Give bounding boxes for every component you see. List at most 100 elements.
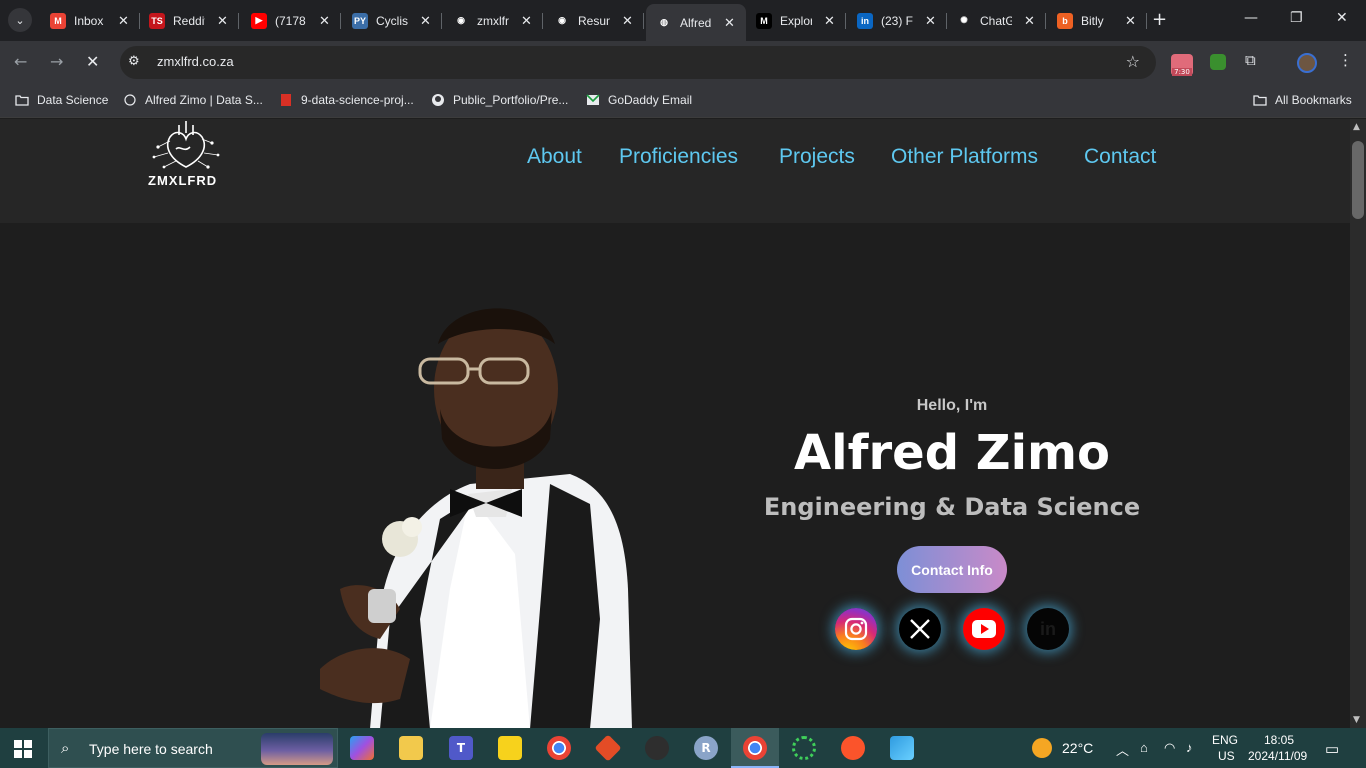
tab-10[interactable]: b Bitly ✕	[1047, 6, 1147, 35]
photos-icon[interactable]	[890, 736, 914, 760]
taskbar-search[interactable]: ⌕ Type here to search	[48, 728, 338, 768]
folder-icon	[1252, 93, 1268, 107]
nav-contact[interactable]: Contact	[1084, 145, 1156, 169]
meet-now-icon[interactable]: ⌂	[1140, 740, 1148, 755]
loading-app-icon[interactable]	[792, 736, 816, 760]
address-bar[interactable]: ⚙ zmxlfrd.co.za ☆	[120, 46, 1156, 79]
site-info-icon[interactable]: ⚙	[128, 54, 140, 69]
nav-about[interactable]: About	[527, 145, 582, 169]
tab-close-icon[interactable]: ✕	[925, 13, 936, 29]
youtube-icon[interactable]	[963, 608, 1005, 650]
ts-icon: TS	[149, 12, 165, 29]
minimize-icon[interactable]: —	[1244, 10, 1258, 26]
show-hidden-icons[interactable]: ︿	[1116, 740, 1129, 759]
close-window-icon[interactable]: ✕	[1336, 10, 1348, 26]
tab-label: Cyclist	[376, 13, 408, 28]
tab-2[interactable]: ▶ (7178 ✕	[241, 6, 341, 35]
contact-info-button[interactable]: Contact Info	[897, 546, 1007, 593]
windows-start-icon[interactable]	[14, 740, 32, 758]
scroll-up-icon[interactable]: ▲	[1353, 122, 1360, 132]
weather-icon[interactable]	[1032, 738, 1052, 758]
extensions-puzzle-icon[interactable]: ⧉	[1245, 51, 1256, 69]
language-top[interactable]: ENG	[1212, 733, 1238, 747]
tab-close-icon[interactable]: ✕	[622, 13, 633, 29]
new-tab-button[interactable]: +	[1152, 9, 1167, 30]
instagram-icon[interactable]	[835, 608, 877, 650]
language-bottom[interactable]: US	[1218, 749, 1235, 763]
linkedin-icon[interactable]: in	[1027, 608, 1069, 650]
nav-projects[interactable]: Projects	[779, 145, 855, 169]
clock-date[interactable]: 2024/11/09	[1248, 749, 1307, 763]
all-bookmarks-label: All Bookmarks	[1275, 93, 1352, 107]
notifications-icon[interactable]: ▭	[1325, 740, 1339, 758]
bookmark-item[interactable]: Data Science	[14, 93, 108, 107]
tab-0[interactable]: M Inbox ✕	[40, 6, 140, 35]
wifi-icon[interactable]: ◠	[1164, 740, 1175, 756]
green-extension-icon[interactable]	[1210, 54, 1226, 70]
tab-3[interactable]: PY Cyclist ✕	[342, 6, 442, 35]
tab-close-icon[interactable]: ✕	[420, 13, 431, 29]
volume-icon[interactable]: ♪	[1186, 740, 1193, 755]
r-icon[interactable]: R	[694, 736, 718, 760]
tab-strip: ⌄ M Inbox ✕ TS Reddit ✕ ▶ (7178 ✕ PY Cyclist ✕ ◉ zmxl…	[0, 0, 1366, 41]
youtube-icon: ▶	[251, 12, 267, 29]
url-text[interactable]: zmxlfrd.co.za	[157, 54, 234, 69]
tab-close-icon[interactable]: ✕	[118, 13, 129, 29]
tab-close-icon[interactable]: ✕	[319, 13, 330, 29]
tab-separator	[441, 13, 442, 29]
tab-close-icon[interactable]: ✕	[724, 15, 735, 31]
bookmark-item[interactable]: GoDaddy Email	[585, 93, 692, 107]
page-scrollbar[interactable]: ▲ ▼	[1350, 119, 1366, 728]
file-explorer-icon[interactable]	[399, 736, 423, 760]
github-icon: ◉	[453, 12, 469, 29]
bookmark-item[interactable]: Alfred Zimo | Data S...	[122, 93, 263, 107]
restore-icon[interactable]: ❐	[1290, 10, 1303, 26]
tab-close-icon[interactable]: ✕	[217, 13, 228, 29]
scroll-thumb[interactable]	[1352, 141, 1364, 219]
forward-icon[interactable]: →	[50, 52, 63, 71]
logo-text[interactable]: ZMXLFRD	[148, 173, 217, 188]
tab-9[interactable]: ✺ ChatGPT ✕	[946, 6, 1046, 35]
bookmark-item[interactable]: 9-data-science-proj...	[278, 93, 414, 107]
copilot-icon[interactable]	[350, 736, 374, 760]
site-icon	[122, 93, 138, 107]
app-avatar-icon[interactable]	[645, 736, 669, 760]
git-icon[interactable]	[594, 734, 622, 762]
chrome-icon[interactable]	[547, 736, 571, 760]
nav-proficiencies[interactable]: Proficiencies	[619, 145, 738, 169]
tab-close-icon[interactable]: ✕	[1125, 13, 1136, 29]
tab-4[interactable]: ◉ zmxlfrd ✕	[443, 6, 543, 35]
profile-avatar[interactable]	[1297, 53, 1317, 73]
x-icon[interactable]	[899, 608, 941, 650]
hero-name: Alfred Zimo	[793, 425, 1111, 481]
tab-search-button[interactable]: ⌄	[8, 8, 32, 32]
chrome-profile-icon[interactable]	[743, 736, 767, 760]
nav-other-platforms[interactable]: Other Platforms	[891, 145, 1038, 169]
stop-loading-icon[interactable]: ✕	[86, 52, 99, 71]
scroll-down-icon[interactable]: ▼	[1353, 715, 1360, 725]
tab-5[interactable]: ◉ Resume ✕	[544, 6, 644, 35]
tab-close-icon[interactable]: ✕	[1024, 13, 1035, 29]
extension-badge: 7:30	[1172, 68, 1192, 76]
bookmark-star-icon[interactable]: ☆	[1126, 52, 1140, 71]
brave-icon[interactable]	[841, 736, 865, 760]
all-bookmarks[interactable]: All Bookmarks	[1252, 93, 1352, 107]
tab-6[interactable]: ◍ Alfred ✕	[646, 4, 746, 41]
calendar-extension-icon[interactable]: 7:30	[1171, 54, 1193, 76]
bookmark-item[interactable]: Public_Portfolio/Pre...	[430, 93, 568, 107]
tab-1[interactable]: TS Reddit ✕	[139, 6, 239, 35]
tab-close-icon[interactable]: ✕	[521, 13, 532, 29]
tab-separator	[542, 13, 543, 29]
tab-close-icon[interactable]: ✕	[824, 13, 835, 29]
tab-7[interactable]: M Explore ✕	[746, 6, 846, 35]
tab-8[interactable]: in (23) F ✕	[847, 6, 947, 35]
search-icon: ⌕	[61, 739, 70, 757]
back-icon[interactable]: ←	[14, 52, 27, 71]
sticky-notes-icon[interactable]	[498, 736, 522, 760]
menu-kebab-icon[interactable]: ⋮	[1338, 51, 1353, 69]
tab-label: Alfred	[680, 15, 712, 30]
windows-taskbar: ⌕ Type here to search T R 22°C ︿ ⌂ ◠ ♪ E…	[0, 728, 1366, 768]
teams-icon[interactable]: T	[449, 736, 473, 760]
clock-time[interactable]: 18:05	[1264, 733, 1294, 747]
weather-temp[interactable]: 22°C	[1062, 740, 1093, 756]
